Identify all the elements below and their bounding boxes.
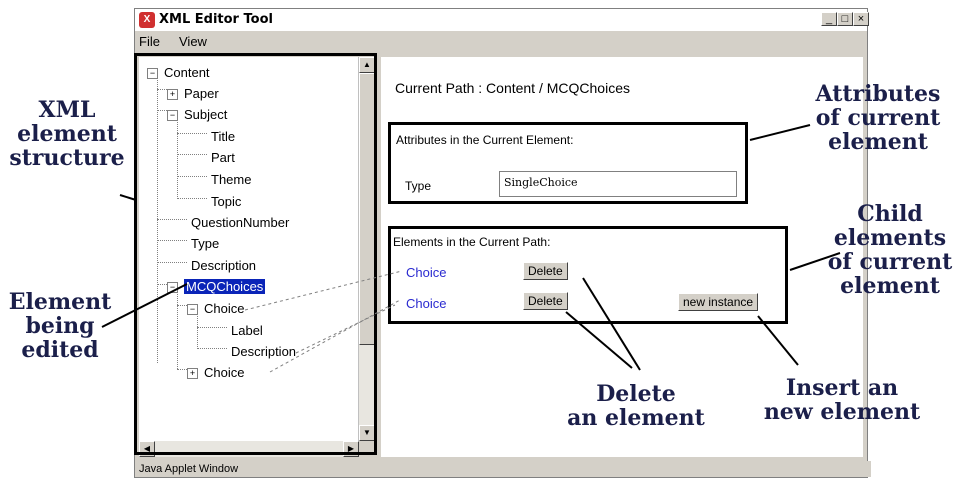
annotation-insert: Insert an new element [763, 375, 921, 425]
annotation-element-edited: Element being edited [8, 289, 112, 363]
annotation-xml-structure: XML element structure [9, 97, 125, 171]
annotation-attributes: Attributes of current element [815, 81, 941, 155]
annotation-delete: Delete an element [567, 381, 705, 431]
annotation-child-elements: Child elements of current element [827, 201, 953, 299]
